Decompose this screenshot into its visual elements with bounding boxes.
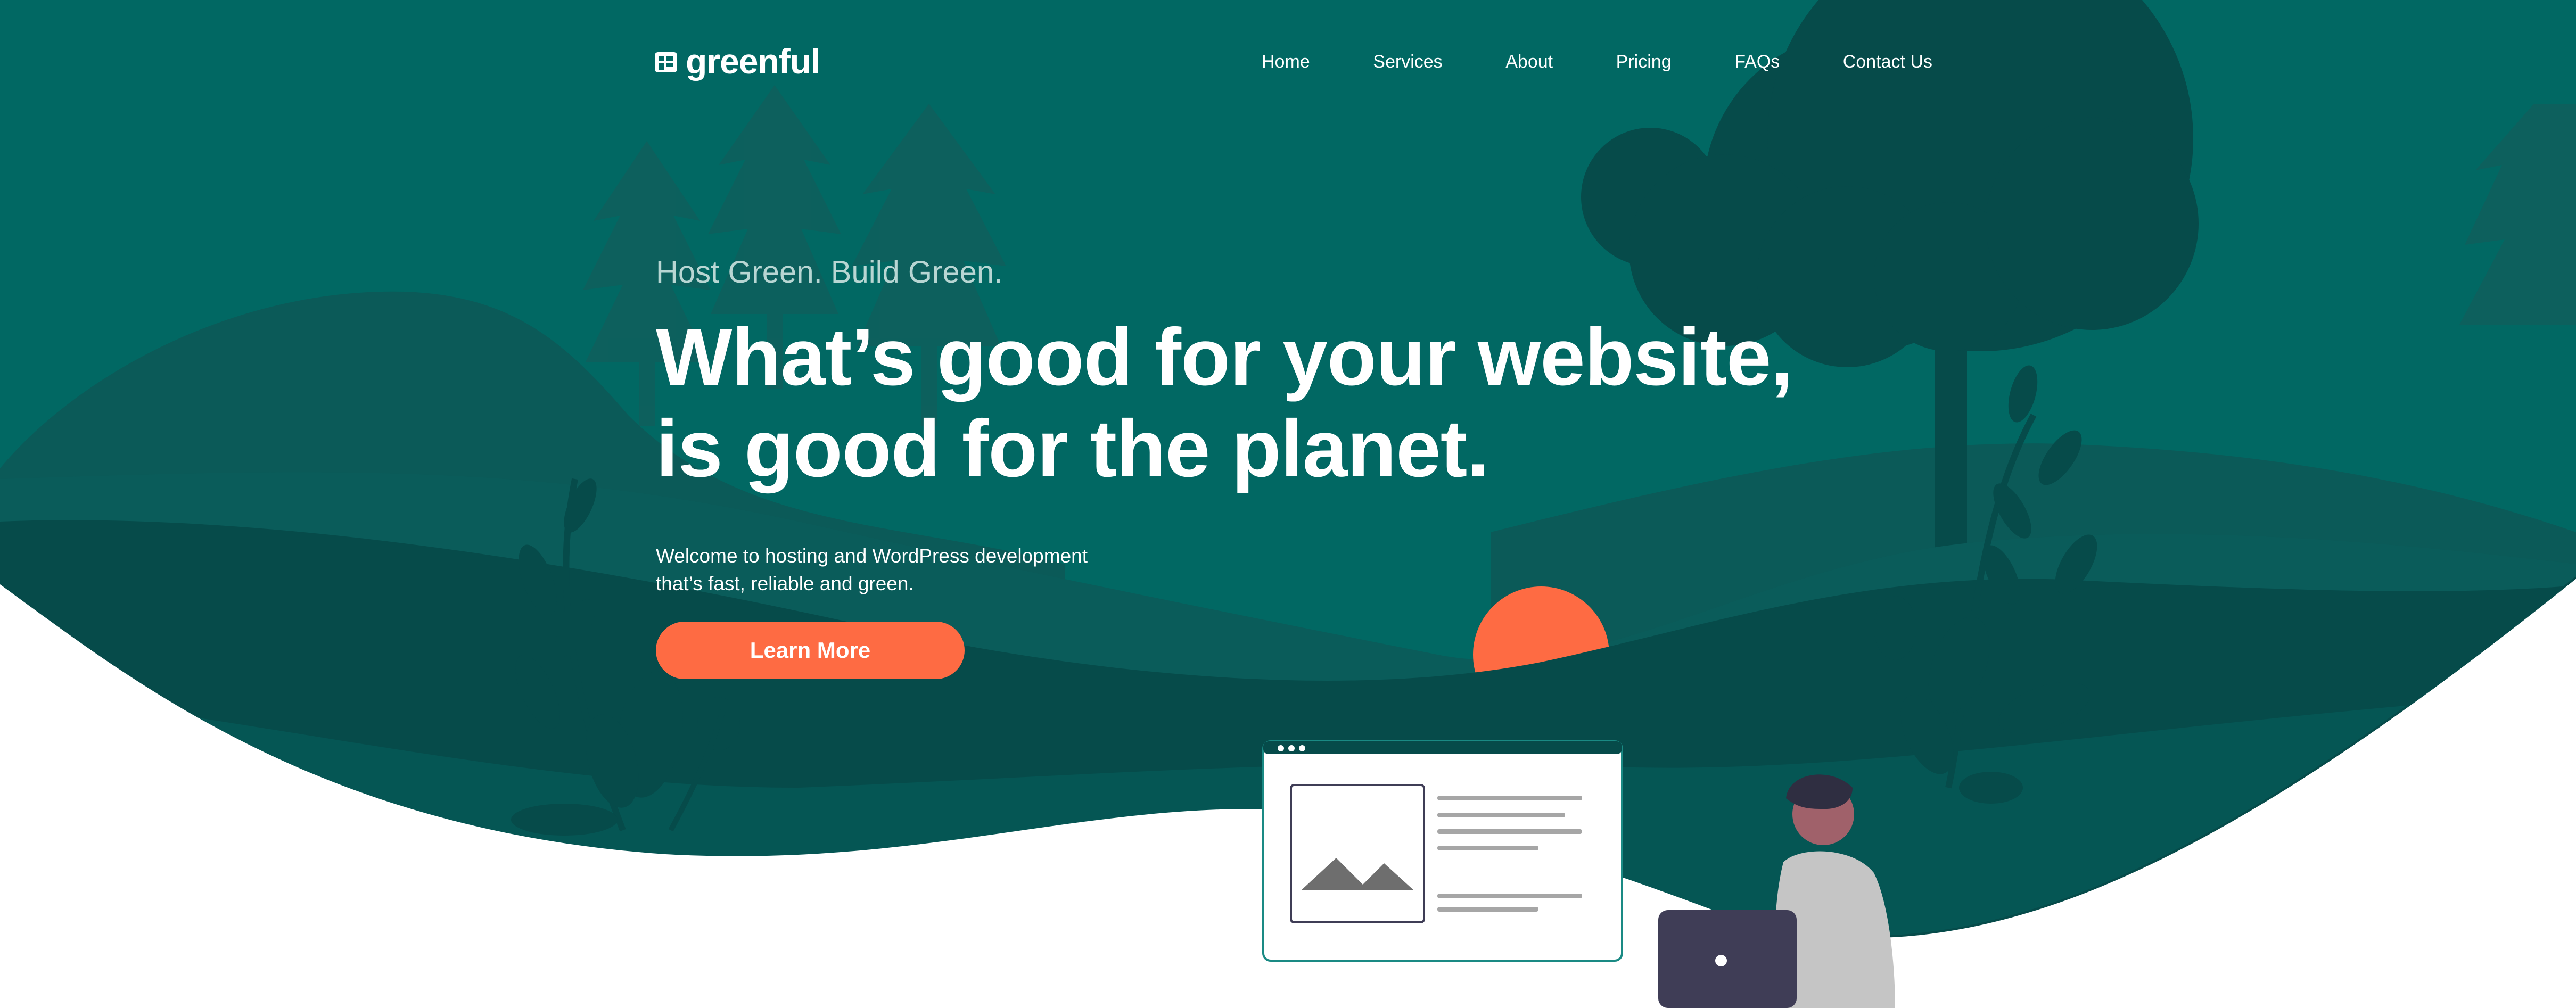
hero-eyebrow: Host Green. Build Green.: [656, 255, 1003, 290]
hero-headline-line-1: What’s good for your website,: [656, 312, 1793, 402]
hero-headline-line-2: is good for the planet.: [656, 403, 1489, 494]
nav-faqs-link[interactable]: FAQs: [1734, 52, 1780, 72]
main-navigation: Home Services About Pricing FAQs Contact…: [1262, 48, 1932, 76]
nav-about-link[interactable]: About: [1505, 52, 1553, 72]
hero-intro-line-2: that’s fast, reliable and green.: [656, 573, 914, 594]
hero-headline: What’s good for your website, is good fo…: [656, 311, 1880, 494]
nav-services-link[interactable]: Services: [1373, 52, 1442, 72]
learn-more-button[interactable]: Learn More: [656, 622, 965, 679]
nav-home-link[interactable]: Home: [1262, 52, 1310, 72]
browser-window-illustration: [1262, 740, 1623, 962]
hero-intro-line-1: Welcome to hosting and WordPress develop…: [656, 545, 1088, 567]
brand-name: greenful: [686, 42, 820, 81]
brand-logo[interactable]: greenful: [654, 42, 820, 81]
hero-intro: Welcome to hosting and WordPress develop…: [656, 542, 1135, 598]
nav-contact-link[interactable]: Contact Us: [1843, 52, 1932, 72]
hero-section: Host Green. Build Green. What’s good for…: [656, 254, 1880, 598]
building-logo-icon: [655, 52, 677, 72]
nav-pricing-link[interactable]: Pricing: [1616, 52, 1672, 72]
